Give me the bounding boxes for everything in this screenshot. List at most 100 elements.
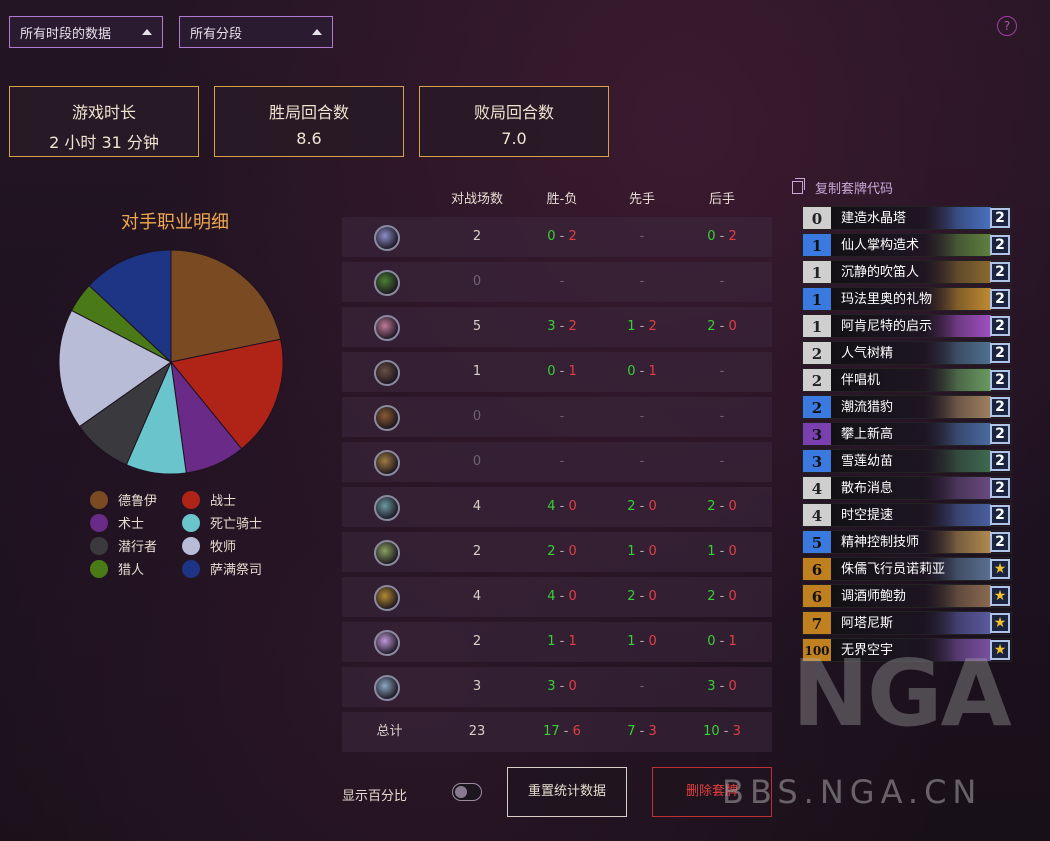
losses-value: 1	[648, 364, 657, 379]
col-header-win-loss: 胜-负	[546, 192, 578, 207]
table-row[interactable]: 5 3 - 2 1 - 2 2 - 0	[342, 307, 772, 347]
table-row[interactable]: 0 - - -	[342, 397, 772, 437]
win-loss-cell: -	[522, 442, 602, 482]
losses-value: 0	[728, 319, 737, 334]
opponent-class-pie-chart	[58, 249, 284, 475]
deck-card[interactable]: 侏儒飞行员诺莉亚 6 ★	[802, 557, 1012, 581]
win-loss-cell: 0 - 2	[547, 229, 577, 244]
second-cell: 2 - 0	[707, 499, 737, 514]
deck-card[interactable]: 散布消息 4 2	[802, 476, 1012, 500]
card-cost: 2	[803, 342, 831, 364]
deck-card[interactable]: 精神控制技师 5 2	[802, 530, 1012, 554]
card-cost: 4	[803, 504, 831, 526]
col-header-first: 先手	[628, 192, 655, 207]
deck-card[interactable]: 玛法里奥的礼物 1 2	[802, 287, 1012, 311]
period-filter-dropdown[interactable]: 所有时段的数据	[9, 16, 163, 48]
deck-card[interactable]: 沉静的吹笛人 1 2	[802, 260, 1012, 284]
card-name: 雪莲幼苗	[831, 450, 991, 472]
card-cost: 1	[803, 261, 831, 283]
win-loss-cell: 4 - 0	[547, 499, 577, 514]
games-cell: 0	[472, 454, 482, 469]
win-loss-cell: 4 - 0	[547, 589, 577, 604]
win-loss-cell: -	[522, 262, 602, 302]
card-name: 阿塔尼斯	[831, 612, 991, 634]
deck-card[interactable]: 潮流猎豹 2 2	[802, 395, 1012, 419]
legend-swatch	[182, 513, 200, 532]
card-count: 2	[990, 262, 1010, 282]
table-row[interactable]: 2 1 - 1 1 - 0 0 - 1	[342, 622, 772, 662]
second-cell: 2 - 0	[707, 319, 737, 334]
deck-card[interactable]: 雪莲幼苗 3 2	[802, 449, 1012, 473]
table-row[interactable]: 33 - 0-3 - 0	[342, 667, 772, 707]
card-name: 伴唱机	[831, 369, 991, 391]
games-cell: 0	[472, 274, 482, 289]
deck-card[interactable]: 调酒师鲍勃 6 ★	[802, 584, 1012, 608]
deck-card[interactable]: 阿塔尼斯 7 ★	[802, 611, 1012, 635]
games-cell: 1	[472, 364, 482, 379]
table-row[interactable]: 44 - 02 - 02 - 0	[342, 577, 772, 617]
deck-card[interactable]: 仙人掌构造术 1 2	[802, 233, 1012, 257]
table-row[interactable]: 10 - 10 - 1-	[342, 352, 772, 392]
second-cell: 2 - 0	[707, 589, 737, 604]
warlock-class-icon	[374, 585, 400, 611]
card-cost: 7	[803, 612, 831, 634]
legend-item: 术士	[90, 513, 182, 532]
deck-card[interactable]: 人气树精 2 2	[802, 341, 1012, 365]
card-count: 2	[990, 451, 1010, 471]
deck-card[interactable]: 阿肯尼特的启示 1 2	[802, 314, 1012, 338]
losses-value: 2	[568, 229, 577, 244]
stat-value: 7.0	[501, 129, 527, 148]
deck-card[interactable]: 攀上新高 3 2	[802, 422, 1012, 446]
games-cell: 2	[472, 634, 482, 649]
card-cost: 6	[803, 585, 831, 607]
table-row[interactable]: 20 - 2-0 - 2	[342, 217, 772, 257]
second-cell: 10 - 3	[703, 724, 741, 739]
first-cell: 2 - 0	[627, 499, 657, 514]
card-name: 调酒师鲍勃	[831, 585, 991, 607]
second-cell: -	[682, 352, 762, 392]
wins-value: 3	[707, 679, 716, 694]
card-name: 潮流猎豹	[831, 396, 991, 418]
wins-value: 0	[627, 364, 636, 379]
first-cell: -	[602, 442, 682, 482]
card-name: 建造水晶塔	[831, 207, 991, 229]
deck-card[interactable]: 时空提速 4 2	[802, 503, 1012, 527]
show-percent-toggle[interactable]	[452, 783, 482, 801]
rogue-class-icon	[374, 360, 400, 386]
first-cell: 7 - 3	[627, 724, 657, 739]
pie-chart-title: 对手职业明细	[121, 212, 229, 233]
deck-card[interactable]: 伴唱机 2 2	[802, 368, 1012, 392]
games-cell: 23	[468, 724, 486, 739]
help-icon[interactable]: ?	[997, 16, 1017, 36]
wins-value: 3	[547, 679, 556, 694]
first-cell: 0 - 1	[627, 364, 657, 379]
legend-swatch	[90, 559, 108, 578]
card-count: 2	[990, 532, 1010, 552]
table-row[interactable]: 44 - 02 - 02 - 0	[342, 487, 772, 527]
card-name: 侏儒飞行员诺莉亚	[831, 558, 991, 580]
card-name: 阿肯尼特的启示	[831, 315, 991, 337]
second-cell: 0 - 1	[707, 634, 737, 649]
table-row[interactable]: 22 - 01 - 01 - 0	[342, 532, 772, 572]
no-data-dash: -	[719, 274, 725, 289]
reset-stats-button[interactable]: 重置统计数据	[507, 767, 627, 817]
legend-item: 萨满祭司	[182, 559, 282, 578]
second-cell: 0 - 2	[707, 229, 737, 244]
watermark-logo: NGA	[792, 640, 1012, 747]
copy-deck-code-button[interactable]: 复制套牌代码	[792, 178, 893, 197]
deck-card[interactable]: 建造水晶塔 0 2	[802, 206, 1012, 230]
no-data-dash: -	[639, 229, 645, 244]
wins-value: 0	[547, 364, 556, 379]
second-cell: -	[682, 442, 762, 482]
legendary-star-icon: ★	[990, 586, 1010, 606]
stat-loss-turns: 败局回合数 7.0	[419, 86, 609, 157]
rank-filter-dropdown[interactable]: 所有分段	[179, 16, 333, 48]
card-count: 2	[990, 505, 1010, 525]
col-header-games: 对战场数	[450, 192, 503, 207]
card-cost: 1	[803, 234, 831, 256]
table-row[interactable]: 0 - - -	[342, 262, 772, 302]
legend-item: 战士	[182, 490, 282, 509]
table-row[interactable]: 0 - - -	[342, 442, 772, 482]
legend-item: 死亡骑士	[182, 513, 282, 532]
losses-value: 0	[568, 544, 577, 559]
